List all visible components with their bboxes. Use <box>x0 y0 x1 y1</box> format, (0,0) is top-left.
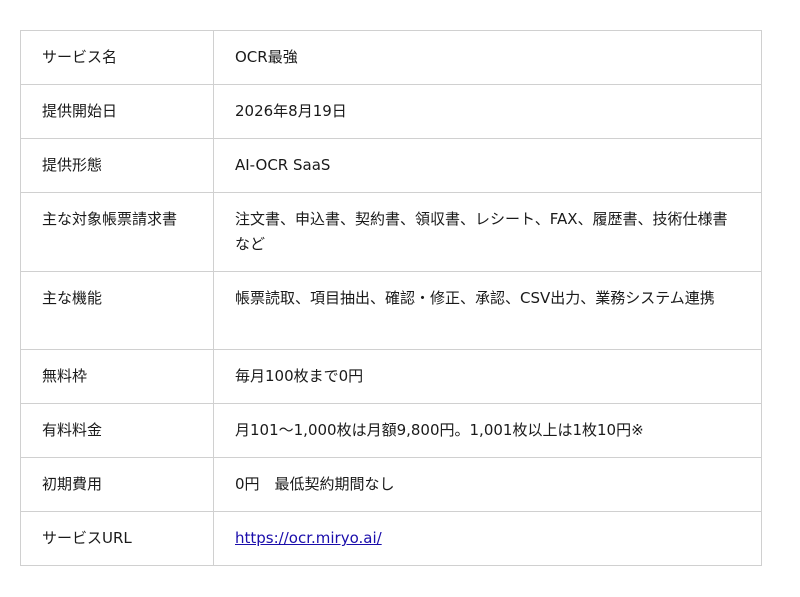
row-service-name: サービス名 OCR最強 <box>20 30 762 85</box>
row-start-date: 提供開始日 2026年8月19日 <box>20 84 762 139</box>
row-label: 有料料金 <box>20 403 214 458</box>
row-label: 無料枠 <box>20 349 214 404</box>
service-url-link[interactable]: https://ocr.miryo.ai/ <box>235 529 382 547</box>
row-label: サービスURL <box>20 511 214 566</box>
row-label: 主な機能 <box>20 271 214 350</box>
row-label: 初期費用 <box>20 457 214 512</box>
row-paid-pricing: 有料料金 月101〜1,000枚は月額9,800円。1,001枚以上は1枚10円… <box>20 403 762 458</box>
service-info-table: サービス名 OCR最強 提供開始日 2026年8月19日 提供形態 AI-OCR… <box>20 30 762 566</box>
row-value: OCR最強 <box>213 30 762 85</box>
row-value: 毎月100枚まで0円 <box>213 349 762 404</box>
row-value: https://ocr.miryo.ai/ <box>213 511 762 566</box>
row-label: 主な対象帳票請求書 <box>20 192 214 272</box>
row-value: 帳票読取、項目抽出、確認・修正、承認、CSV出力、業務システム連携 <box>213 271 762 350</box>
row-value: 注文書、申込書、契約書、領収書、レシート、FAX、履歴書、技術仕様書など <box>213 192 762 272</box>
row-value: 2026年8月19日 <box>213 84 762 139</box>
row-free-tier: 無料枠 毎月100枚まで0円 <box>20 349 762 404</box>
row-label: 提供開始日 <box>20 84 214 139</box>
row-value: 月101〜1,000枚は月額9,800円。1,001枚以上は1枚10円※ <box>213 403 762 458</box>
row-value: AI-OCR SaaS <box>213 138 762 193</box>
row-main-features: 主な機能 帳票読取、項目抽出、確認・修正、承認、CSV出力、業務システム連携 <box>20 271 762 350</box>
row-target-documents: 主な対象帳票請求書 注文書、申込書、契約書、領収書、レシート、FAX、履歴書、技… <box>20 192 762 272</box>
row-label: サービス名 <box>20 30 214 85</box>
row-value: 0円 最低契約期間なし <box>213 457 762 512</box>
row-service-url: サービスURL https://ocr.miryo.ai/ <box>20 511 762 566</box>
row-initial-cost: 初期費用 0円 最低契約期間なし <box>20 457 762 512</box>
row-delivery-form: 提供形態 AI-OCR SaaS <box>20 138 762 193</box>
row-label: 提供形態 <box>20 138 214 193</box>
